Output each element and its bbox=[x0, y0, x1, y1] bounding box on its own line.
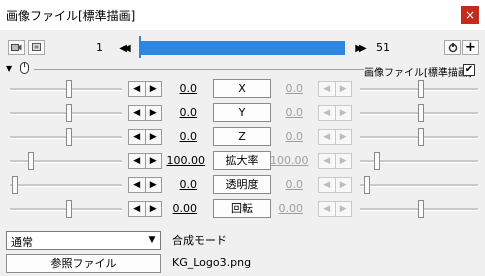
left-arrow-icon[interactable]: ◀ bbox=[129, 130, 145, 144]
left-slider-thumb[interactable] bbox=[12, 176, 18, 194]
param-button-z[interactable]: Z bbox=[213, 127, 271, 146]
right-slider-track bbox=[360, 184, 478, 187]
shadow-icon[interactable] bbox=[28, 40, 45, 55]
left-slider-thumb[interactable] bbox=[66, 80, 72, 98]
object-label: 画像ファイル[標準描画] bbox=[364, 68, 472, 79]
param-button-x[interactable]: X bbox=[213, 79, 271, 98]
chevron-down-icon[interactable]: ▼ bbox=[144, 232, 160, 249]
right-arrow-buttons: ◀ ▶ bbox=[318, 81, 352, 97]
left-arrow-icon[interactable]: ◀ bbox=[129, 154, 145, 168]
right-value: 0.0 bbox=[285, 130, 304, 143]
left-arrow-icon: ◀ bbox=[323, 84, 331, 94]
start-frame: 1 bbox=[96, 41, 103, 54]
title-bar: 画像ファイル[標準描画] × bbox=[0, 0, 485, 30]
blend-mode-value: 通常 bbox=[11, 236, 33, 249]
end-frame: 51 bbox=[376, 41, 390, 54]
left-arrow-icon[interactable]: ◀ bbox=[129, 202, 145, 216]
left-value[interactable]: 0.0 bbox=[163, 82, 198, 95]
close-button[interactable]: × bbox=[461, 6, 479, 24]
right-slider-thumb bbox=[418, 200, 424, 218]
left-value[interactable]: 0.0 bbox=[163, 178, 198, 191]
left-slider-track[interactable] bbox=[10, 160, 122, 163]
mouse-icon bbox=[20, 62, 29, 77]
object-divider bbox=[34, 69, 364, 70]
script-icon[interactable] bbox=[444, 40, 461, 55]
right-slider-thumb bbox=[418, 80, 424, 98]
window-title: 画像ファイル[標準描画] bbox=[6, 9, 136, 23]
right-arrow-icon: ▶ bbox=[334, 202, 352, 216]
left-value[interactable]: 0.0 bbox=[163, 130, 198, 143]
file-name: KG_Logo3.png bbox=[172, 256, 252, 269]
left-arrow-icon[interactable]: ◀ bbox=[129, 178, 145, 192]
right-arrow-icon: ▶ bbox=[334, 130, 352, 144]
fast-forward-icon: ▶▶ bbox=[355, 42, 367, 54]
right-arrow-icon: ▶ bbox=[334, 106, 352, 120]
right-arrow-icon[interactable]: ▶ bbox=[144, 82, 162, 96]
right-value: 0.00 bbox=[278, 202, 304, 215]
left-slider-thumb[interactable] bbox=[66, 104, 72, 122]
right-arrow-buttons: ◀ ▶ bbox=[318, 201, 352, 217]
frame-seekbar[interactable] bbox=[139, 41, 345, 55]
left-arrow-icon[interactable]: ◀ bbox=[129, 106, 145, 120]
object-enable-checkbox[interactable]: ✔ bbox=[463, 64, 475, 76]
left-arrow-buttons[interactable]: ◀ ▶ bbox=[128, 129, 162, 145]
left-value[interactable]: 100.00 bbox=[163, 154, 206, 167]
right-arrow-icon[interactable]: ▶ bbox=[144, 202, 162, 216]
right-arrow-buttons: ◀ ▶ bbox=[318, 129, 352, 145]
left-value[interactable]: 0.00 bbox=[163, 202, 198, 215]
left-arrow-icon: ◀ bbox=[323, 204, 331, 214]
collapse-triangle-icon[interactable]: ▼ bbox=[6, 64, 12, 73]
right-arrow-buttons: ◀ ▶ bbox=[318, 177, 352, 193]
left-arrow-buttons[interactable]: ◀ ▶ bbox=[128, 81, 162, 97]
plus-icon: + bbox=[465, 40, 476, 55]
param-button-scale[interactable]: 拡大率 bbox=[213, 151, 271, 170]
browse-file-button[interactable]: 参照ファイル bbox=[6, 254, 161, 273]
camera-icon[interactable] bbox=[8, 40, 25, 55]
left-arrow-buttons[interactable]: ◀ ▶ bbox=[128, 177, 162, 193]
blend-mode-label: 合成モード bbox=[172, 234, 227, 247]
right-value: 0.0 bbox=[285, 82, 304, 95]
right-arrow-icon: ▶ bbox=[334, 82, 352, 96]
right-arrow-icon: ▶ bbox=[334, 178, 352, 192]
left-slider-thumb[interactable] bbox=[66, 200, 72, 218]
right-value: 100.00 bbox=[270, 154, 309, 167]
left-slider-thumb[interactable] bbox=[66, 128, 72, 146]
right-value: 0.0 bbox=[285, 178, 304, 191]
blend-mode-select[interactable]: 通常 ▼ bbox=[6, 231, 161, 250]
left-value[interactable]: 0.0 bbox=[163, 106, 198, 119]
right-slider-thumb bbox=[364, 176, 370, 194]
param-button-y[interactable]: Y bbox=[213, 103, 271, 122]
rewind-icon: ◀◀ bbox=[119, 42, 131, 54]
left-arrow-buttons[interactable]: ◀ ▶ bbox=[128, 153, 162, 169]
object-settings-window: 画像ファイル[標準描画] × 1 ◀◀ ▶▶ 51 + ▼ 画像ファイル[標準描… bbox=[0, 0, 485, 276]
right-slider-thumb bbox=[418, 128, 424, 146]
right-arrow-icon[interactable]: ▶ bbox=[144, 130, 162, 144]
left-slider-track[interactable] bbox=[10, 184, 122, 187]
right-arrow-icon: ▶ bbox=[334, 154, 352, 168]
right-arrow-buttons: ◀ ▶ bbox=[318, 105, 352, 121]
right-arrow-icon[interactable]: ▶ bbox=[144, 106, 162, 120]
right-slider-thumb bbox=[374, 152, 380, 170]
left-slider-thumb[interactable] bbox=[28, 152, 34, 170]
left-arrow-buttons[interactable]: ◀ ▶ bbox=[128, 201, 162, 217]
left-arrow-icon[interactable]: ◀ bbox=[129, 82, 145, 96]
left-arrow-icon: ◀ bbox=[323, 108, 331, 118]
right-arrow-buttons: ◀ ▶ bbox=[318, 153, 352, 169]
param-button-opacity[interactable]: 透明度 bbox=[213, 175, 271, 194]
left-arrow-icon: ◀ bbox=[323, 156, 331, 166]
right-value: 0.0 bbox=[285, 106, 304, 119]
right-arrow-icon[interactable]: ▶ bbox=[144, 154, 162, 168]
right-slider-thumb bbox=[418, 104, 424, 122]
prev-keyframe-button[interactable]: ◀◀ bbox=[113, 40, 133, 56]
left-arrow-buttons[interactable]: ◀ ▶ bbox=[128, 105, 162, 121]
seekbar-marker[interactable] bbox=[139, 36, 141, 58]
right-arrow-icon[interactable]: ▶ bbox=[144, 178, 162, 192]
left-arrow-icon: ◀ bbox=[323, 180, 331, 190]
param-button-rotation[interactable]: 回転 bbox=[213, 199, 271, 218]
left-arrow-icon: ◀ bbox=[323, 132, 331, 142]
check-icon: ✔ bbox=[464, 64, 474, 75]
add-filter-button[interactable]: + bbox=[462, 40, 479, 55]
next-keyframe-button[interactable]: ▶▶ bbox=[349, 40, 369, 56]
